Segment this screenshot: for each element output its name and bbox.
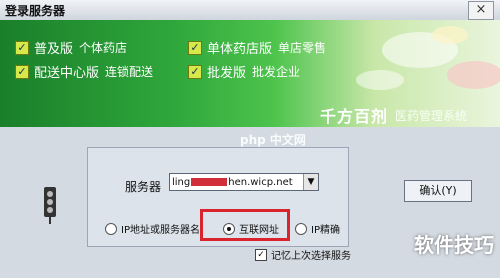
radio-label: IP地址或服务器名 [121,225,200,236]
check-icon: ✓ [188,64,202,79]
watermark-top: php 中文网 [240,133,306,147]
banner-item-wholesale: ✓ 批发版 批发企业 [188,62,300,81]
banner-item-sublabel: 个体药店 [79,41,128,55]
brand-tagline: 医药管理系统 [395,109,468,123]
radio-label: IP精确 [311,225,340,236]
login-content: php 中文网 服务器 ling hen.wicp.net ▼ 确认(Y) IP地… [0,127,500,278]
chevron-down-icon[interactable]: ▼ [303,174,318,190]
title-bar: 登录服务器 × [0,0,500,21]
radio-ip-address[interactable]: IP地址或服务器名 [105,221,200,236]
banner-item-distribution: ✓ 配送中心版 连锁配送 [15,62,153,81]
banner-item-label: 批发版 [207,66,247,81]
banner: ✓ 普及版 个体药店 ✓ 单体药店版 单店零售 ✓ 配送中心版 连锁配送 ✓ 批… [0,20,500,127]
brand-logo: 千方百剂 [320,107,389,126]
traffic-light-icon [44,187,56,224]
server-value-end: hen.wicp.net [228,177,293,188]
check-icon: ✓ [15,64,29,79]
redaction-mark [191,178,228,186]
banner-item-sublabel: 批发企业 [252,65,301,79]
radio-internet-address[interactable]: 互联网址 [223,221,279,236]
server-label: 服务器 [125,180,162,194]
banner-item-single-store: ✓ 单体药店版 单店零售 [188,38,326,57]
window-title: 登录服务器 [5,4,66,18]
banner-item-label: 配送中心版 [34,66,100,81]
banner-item-label: 单体药店版 [207,42,273,57]
radio-dot[interactable] [105,222,117,235]
radio-dot[interactable] [223,222,235,235]
confirm-button[interactable]: 确认(Y) [404,180,472,202]
check-icon: ✓ [15,40,29,55]
banner-item-label: 普及版 [34,42,74,57]
radio-dot[interactable] [295,222,307,235]
server-value-start: ling [172,177,191,188]
banner-item-sublabel: 单店零售 [278,41,327,55]
remember-checkbox[interactable]: ✓ [255,248,267,261]
remember-label: 记忆上次选择服务 [271,251,351,262]
remember-checkbox-row[interactable]: ✓ 记忆上次选择服务 [255,247,351,262]
watermark-bottom: 软件技巧 [414,233,494,257]
check-icon: ✓ [188,40,202,55]
banner-item-sublabel: 连锁配送 [105,65,154,79]
radio-ip-exact[interactable]: IP精确 [295,221,340,236]
radio-label: 互联网址 [239,225,279,236]
server-select[interactable]: ling hen.wicp.net ▼ [169,173,319,191]
close-button[interactable]: × [468,1,494,20]
banner-item-basic: ✓ 普及版 个体药店 [15,38,127,57]
